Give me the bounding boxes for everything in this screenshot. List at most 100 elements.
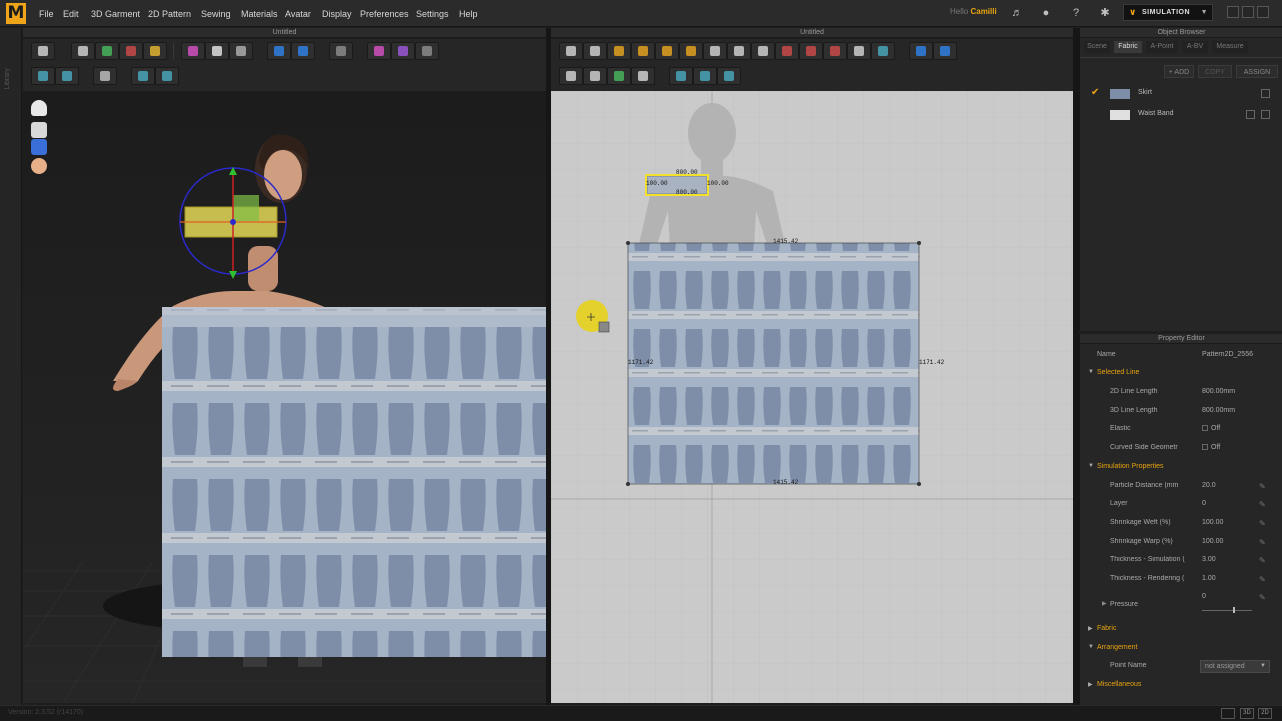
prop-value[interactable]: 800.00mm — [1202, 407, 1235, 414]
tab-measure[interactable]: Measure — [1212, 41, 1248, 53]
tab-fabric[interactable]: Fabric — [1114, 41, 1142, 53]
help-icon[interactable]: ? — [1069, 6, 1083, 20]
edit-icon[interactable]: ✎ — [1259, 575, 1266, 584]
menu-materials[interactable]: Materials — [241, 7, 278, 21]
internal-rect-button[interactable] — [799, 42, 823, 60]
garment-green-button[interactable] — [95, 42, 119, 60]
circle-tool-button[interactable] — [391, 42, 415, 60]
pattern-point[interactable] — [917, 482, 921, 486]
internal-circle-button[interactable] — [823, 42, 847, 60]
prop-value[interactable]: 0 — [1202, 500, 1206, 507]
menu-settings[interactable]: Settings — [416, 7, 449, 21]
circle-button[interactable] — [751, 42, 775, 60]
library-rail[interactable]: Library — [0, 28, 22, 705]
prop-value[interactable]: 20.0 — [1202, 482, 1216, 489]
elastic-toggle[interactable]: Off — [1202, 425, 1220, 432]
minimize-button[interactable] — [1227, 6, 1239, 18]
edit-icon[interactable]: ✎ — [1259, 519, 1266, 528]
section-fabric[interactable]: ▶ Fabric — [1080, 621, 1282, 639]
tack-button[interactable] — [205, 42, 229, 60]
fabric-copy-icon[interactable] — [1246, 110, 1255, 119]
pen-button[interactable] — [367, 42, 391, 60]
prop-value[interactable]: 0 — [1202, 593, 1206, 600]
menu-3d-garment[interactable]: 3D Garment — [91, 7, 140, 21]
section-miscellaneous[interactable]: ▶ Miscellaneous — [1080, 677, 1282, 695]
maximize-button[interactable] — [1242, 6, 1254, 18]
check-sewing-button[interactable] — [607, 67, 631, 85]
prop-value[interactable]: 100.00 — [1202, 519, 1223, 526]
cut-point-button[interactable] — [679, 42, 703, 60]
menu-edit[interactable]: Edit — [63, 7, 79, 21]
texture-rotate-button[interactable] — [717, 67, 741, 85]
prop-value[interactable]: 1.00 — [1202, 575, 1216, 582]
gizmo-center[interactable] — [230, 219, 236, 225]
collapse-arrow-icon[interactable]: ▶ — [1102, 600, 1107, 607]
rectangle-button[interactable] — [727, 42, 751, 60]
prop-value[interactable]: 800.00mm — [1202, 388, 1235, 395]
pressure-slider-handle[interactable] — [1233, 607, 1235, 613]
texture-edit-button[interactable] — [669, 67, 693, 85]
speaker-icon[interactable]: ♬ — [1010, 6, 1024, 20]
texture-grid-button[interactable] — [693, 67, 717, 85]
edit-point-button[interactable] — [583, 42, 607, 60]
point-name-select[interactable]: not assigned ▼ — [1200, 660, 1270, 673]
edit-icon[interactable]: ✎ — [1259, 500, 1266, 509]
viewport-3d[interactable] — [23, 91, 546, 703]
grid-texture-button[interactable] — [55, 67, 79, 85]
texture-button[interactable] — [31, 67, 55, 85]
view-garment-icon[interactable] — [31, 139, 47, 155]
pattern-point[interactable] — [626, 482, 630, 486]
menu-file[interactable]: File — [39, 7, 54, 21]
arrangement-points-button[interactable] — [291, 42, 315, 60]
section-simulation-properties[interactable]: ▼ Simulation Properties — [1080, 459, 1282, 477]
pattern-point[interactable] — [917, 241, 921, 245]
edit-icon[interactable]: ✎ — [1259, 556, 1266, 565]
trace-button[interactable] — [871, 42, 895, 60]
edit-icon[interactable]: ✎ — [1259, 538, 1266, 547]
settings-icon[interactable]: ✱ — [1098, 6, 1112, 20]
polygon-button[interactable] — [703, 42, 727, 60]
pressure-slider-track[interactable] — [1202, 610, 1252, 611]
section-selected-line[interactable]: ▼ Selected Line — [1080, 365, 1282, 383]
layout-single-icon[interactable] — [1221, 708, 1235, 719]
curved-toggle[interactable]: Off — [1202, 444, 1220, 451]
pin-button[interactable] — [181, 42, 205, 60]
select-move-button[interactable] — [71, 42, 95, 60]
copy-fabric-button[interactable]: COPY — [1198, 65, 1232, 78]
assign-fabric-button[interactable]: ASSIGN — [1236, 65, 1278, 78]
view-avatar-icon[interactable] — [31, 122, 47, 138]
view-skin-icon[interactable] — [31, 158, 47, 174]
mode-selector[interactable]: ∨ SIMULATION ▼ — [1123, 4, 1213, 21]
free-sewing-button[interactable] — [583, 67, 607, 85]
fabric-save-icon[interactable] — [1261, 89, 1270, 98]
menu-display[interactable]: Display — [322, 7, 352, 21]
add-point-button[interactable] — [655, 42, 679, 60]
menu-sewing[interactable]: Sewing — [201, 7, 231, 21]
measure-button[interactable] — [329, 42, 353, 60]
fabric-save-icon[interactable] — [1261, 110, 1270, 119]
curve-point-button[interactable] — [631, 42, 655, 60]
user-icon[interactable]: ● — [1039, 6, 1053, 20]
view-front-icon[interactable] — [31, 100, 47, 116]
sewing-line-button[interactable] — [933, 42, 957, 60]
menu-avatar[interactable]: Avatar — [285, 7, 311, 21]
garment-red-button[interactable] — [119, 42, 143, 60]
pattern-select-button[interactable] — [131, 67, 155, 85]
pattern-point[interactable] — [626, 241, 630, 245]
internal-polygon-button[interactable] — [775, 42, 799, 60]
tab-a-bv[interactable]: A-BV — [1182, 41, 1208, 53]
arrow-down-button[interactable] — [31, 42, 55, 60]
edit-curve-button[interactable] — [607, 42, 631, 60]
add-fabric-button[interactable]: + ADD — [1164, 65, 1194, 78]
skirt-pattern-3d[interactable] — [162, 307, 546, 657]
tab-scene[interactable]: Scene — [1084, 41, 1110, 53]
segment-sewing-button[interactable] — [559, 67, 583, 85]
edit-sewing-button[interactable] — [631, 67, 655, 85]
layout-2d-icon[interactable]: 2D — [1258, 708, 1272, 719]
transform-pattern-button[interactable] — [559, 42, 583, 60]
transform-button[interactable] — [93, 67, 117, 85]
tab-a-point[interactable]: A-Point — [1146, 41, 1178, 53]
folder-button[interactable] — [143, 42, 167, 60]
checkbox[interactable] — [1202, 444, 1208, 451]
menu-help[interactable]: Help — [459, 7, 478, 21]
